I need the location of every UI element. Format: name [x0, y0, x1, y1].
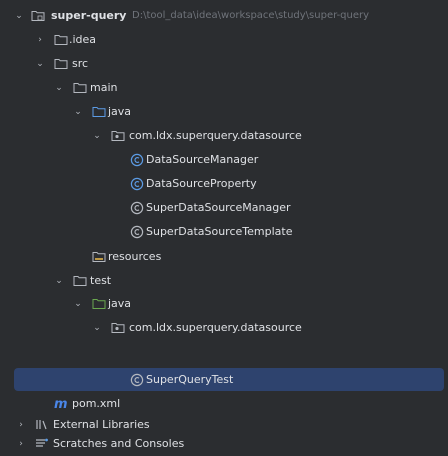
tree-node-test[interactable]: ⌄ test: [0, 269, 448, 293]
chevron-down-icon[interactable]: ⌄: [73, 292, 83, 316]
chevron-down-icon[interactable]: ⌄: [92, 124, 102, 148]
tree-node-class[interactable]: DataSourceProperty: [0, 172, 448, 196]
chevron-down-icon[interactable]: ⌄: [14, 4, 24, 28]
tree-node-main[interactable]: ⌄ main: [0, 76, 448, 100]
tree-node-project-root[interactable]: ⌄ super-query D:\tool_data\idea\workspac…: [0, 4, 448, 28]
folder-icon: [73, 269, 87, 293]
tree-node-class[interactable]: SuperDataSourceManager: [0, 196, 448, 220]
project-name: super-query: [51, 9, 127, 22]
tree-node-main-package[interactable]: ⌄ com.ldx.superquery.datasource: [0, 124, 448, 148]
class-label: SuperDataSourceTemplate: [146, 225, 293, 238]
package-icon: [111, 316, 125, 340]
folder-label: test: [90, 274, 112, 287]
class-icon: [130, 220, 144, 244]
folder-icon: [54, 28, 68, 52]
tree-node-class[interactable]: SuperDataSourceTemplate: [0, 220, 448, 244]
folder-label: java: [108, 297, 132, 310]
tree-node-test-package[interactable]: ⌄ com.ldx.superquery.datasource: [0, 316, 448, 340]
package-label: com.ldx.superquery.datasource: [129, 129, 302, 142]
chevron-down-icon[interactable]: ⌄: [35, 52, 45, 76]
folder-label: java: [108, 105, 132, 118]
class-icon: [130, 172, 144, 196]
folder-label: src: [72, 57, 89, 70]
package-icon: [111, 124, 125, 148]
tree-node-idea[interactable]: › .idea: [0, 28, 448, 52]
project-tree: ⌄ super-query D:\tool_data\idea\workspac…: [0, 0, 448, 450]
folder-label: resources: [108, 250, 162, 263]
svg-text:m: m: [54, 397, 68, 410]
tree-node-src[interactable]: ⌄ src: [0, 52, 448, 76]
scratches-icon: [35, 432, 49, 456]
tree-node-scratches[interactable]: › Scratches and Consoles: [0, 432, 448, 456]
project-path: D:\tool_data\idea\workspace\study\super-…: [132, 10, 370, 21]
chevron-right-icon[interactable]: ›: [35, 28, 45, 52]
tree-node-main-java[interactable]: ⌄ java: [0, 100, 448, 124]
package-label: com.ldx.superquery.datasource: [129, 321, 302, 334]
class-label: SuperQueryTest: [146, 373, 234, 386]
tree-node-class[interactable]: DataSourceManager: [0, 148, 448, 172]
source-folder-icon: [92, 100, 106, 124]
scratches-label: Scratches and Consoles: [53, 437, 185, 450]
chevron-right-icon[interactable]: ›: [16, 432, 26, 456]
module-folder-icon: [31, 4, 45, 28]
test-source-folder-icon: [92, 292, 106, 316]
chevron-down-icon[interactable]: ⌄: [92, 316, 102, 340]
class-label: DataSourceProperty: [146, 177, 257, 190]
class-icon: [130, 148, 144, 172]
tree-node-resources[interactable]: resources: [0, 245, 448, 269]
class-icon: [130, 196, 144, 220]
folder-label: main: [90, 81, 118, 94]
folder-icon: [54, 52, 68, 76]
tree-node-test-class[interactable]: SuperQueryTest: [0, 368, 448, 392]
folder-label: .idea: [69, 33, 97, 46]
class-label: DataSourceManager: [146, 153, 259, 166]
resources-folder-icon: [92, 245, 106, 269]
chevron-down-icon[interactable]: ⌄: [54, 269, 64, 293]
folder-icon: [73, 76, 87, 100]
chevron-down-icon[interactable]: ⌄: [73, 100, 83, 124]
tree-node-test-java[interactable]: ⌄ java: [0, 292, 448, 316]
chevron-down-icon[interactable]: ⌄: [54, 76, 64, 100]
class-icon: [130, 368, 144, 392]
class-label: SuperDataSourceManager: [146, 201, 291, 214]
